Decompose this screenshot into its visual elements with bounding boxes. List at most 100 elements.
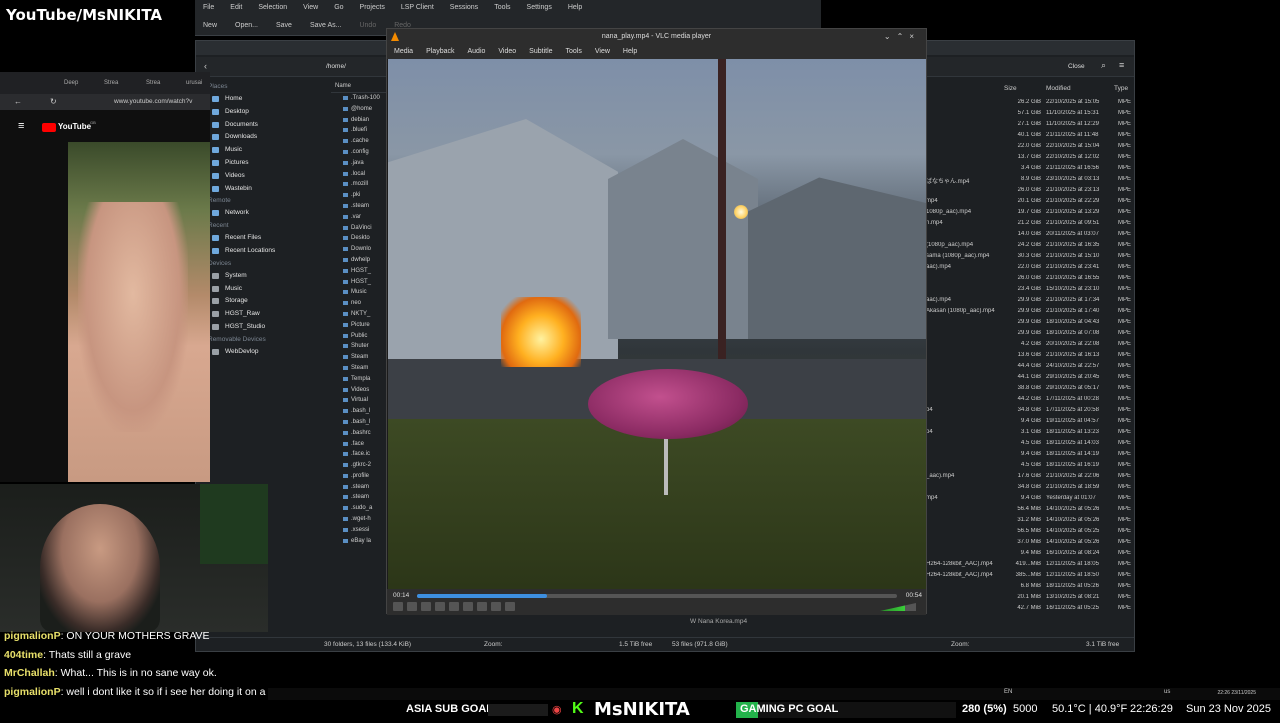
tree-folder-item[interactable]: Deskto [331, 233, 389, 244]
place-pictures[interactable]: Pictures [208, 157, 320, 170]
browser-tab[interactable]: urusai [186, 80, 202, 86]
file-row[interactable]: 3.4 GiB 21/11/2025 at 16:56 MPE [926, 165, 1131, 176]
stop-icon[interactable] [421, 602, 431, 611]
kate-new-button[interactable]: New [195, 18, 227, 34]
tray-clock[interactable]: 22:26 23/11/2025 [1217, 690, 1256, 696]
place-documents[interactable]: Documents [208, 119, 320, 132]
tree-folder-item[interactable]: eBay la [331, 536, 389, 547]
location-bar[interactable]: /home/ [326, 63, 346, 70]
keyboard-layout-secondary[interactable]: us [1164, 689, 1170, 695]
file-row[interactable]: 27.1 GiB 11/10/2025 at 12:29 MPE [926, 121, 1131, 132]
file-row[interactable]: 1080p_aac).mp4 19.7 GiB 21/10/2025 at 13:2… [926, 209, 1131, 220]
hamburger-menu-icon[interactable]: ≡ [18, 120, 24, 132]
file-row[interactable]: _aac).mp4 17.6 GiB 21/10/2025 at 22:06 MPE [926, 473, 1131, 484]
modified-column-header[interactable]: Modified [1046, 85, 1071, 92]
tree-folder-item[interactable]: .wget-h [331, 514, 389, 525]
vlc-video-frame[interactable] [388, 59, 926, 589]
tree-folder-item[interactable]: .face [331, 439, 389, 450]
tree-folder-item[interactable]: .java [331, 158, 389, 169]
file-row[interactable]: p4 3.1 GiB 18/11/2025 at 13:23 MPE [926, 429, 1131, 440]
tree-folder-item[interactable]: .face.ic [331, 449, 389, 460]
device-system[interactable]: System [208, 270, 320, 283]
file-row[interactable]: 6.8 MiB 18/11/2025 at 05:26 MPE [926, 583, 1131, 594]
file-row[interactable]: 40.1 GiB 21/11/2025 at 11:48 MPE [926, 132, 1131, 143]
file-row[interactable]: 4.5 GiB 18/11/2025 at 14:03 MPE [926, 440, 1131, 451]
place-recent-locations[interactable]: Recent Locations [208, 245, 320, 258]
tree-folder-item[interactable]: Templa [331, 374, 389, 385]
tree-folder-item[interactable]: Music [331, 287, 389, 298]
tree-folder-item[interactable]: Picture [331, 320, 389, 331]
place-music[interactable]: Music [208, 144, 320, 157]
tree-folder-item[interactable]: @home [331, 104, 389, 115]
file-row[interactable]: (1080p_aac).mp4 24.2 GiB 21/10/2025 at 16:… [926, 242, 1131, 253]
vlc-menu-video[interactable]: Video [491, 45, 522, 59]
file-row[interactable]: 9.4 GiB 18/11/2025 at 14:19 MPE [926, 451, 1131, 462]
kate-menu-sessions[interactable]: Sessions [442, 0, 486, 16]
file-row[interactable]: n.mp4 21.2 GiB 21/10/2025 at 09:51 MPE [926, 220, 1131, 231]
kate-save-as-button[interactable]: Save As... [302, 18, 352, 34]
vlc-menu-subtitle[interactable]: Subtitle [522, 45, 558, 59]
kate-open-button[interactable]: Open... [227, 18, 268, 34]
tree-folder-item[interactable]: .mozill [331, 179, 389, 190]
file-row[interactable]: 13.7 GiB 22/10/2025 at 12:02 MPE [926, 154, 1131, 165]
window-controls[interactable]: ⌄⌃× [884, 32, 920, 41]
device-music[interactable]: Music [208, 283, 320, 296]
vlc-menu-media[interactable]: Media [387, 45, 419, 59]
youtube-video-player[interactable] [68, 142, 210, 482]
tree-folder-item[interactable]: DaVinci [331, 223, 389, 234]
file-row[interactable]: p4 34.8 GiB 17/11/2025 at 20:58 MPE [926, 407, 1131, 418]
file-row[interactable]: 4.5 GiB 18/11/2025 at 16:19 MPE [926, 462, 1131, 473]
tree-folder-item[interactable]: HGST_ [331, 266, 389, 277]
back-icon[interactable]: ← [14, 97, 22, 106]
file-row[interactable]: 34.8 GiB 21/10/2025 at 18:59 MPE [926, 484, 1131, 495]
place-network[interactable]: Network [208, 207, 320, 220]
place-home[interactable]: Home [208, 93, 320, 106]
file-row[interactable]: sama (1080p_aac).mp4 30.3 GiB 21/10/2025 a… [926, 253, 1131, 264]
file-row[interactable]: 20.1 MiB 13/10/2025 at 08:21 MPE [926, 594, 1131, 605]
file-row[interactable]: 44.4 GiB 24/10/2025 at 22:57 MPE [926, 363, 1131, 374]
file-row[interactable]: 26.0 GiB 21/10/2025 at 16:55 MPE [926, 275, 1131, 286]
tree-folder-item[interactable]: Public [331, 331, 389, 342]
kate-menu-settings[interactable]: Settings [519, 0, 560, 16]
size-column-header[interactable]: Size [1004, 85, 1017, 92]
reload-icon[interactable]: ↻ [50, 97, 57, 106]
name-column-header[interactable]: Name [331, 81, 389, 93]
tree-folder-item[interactable]: .steam [331, 201, 389, 212]
place-recent-files[interactable]: Recent Files [208, 232, 320, 245]
seek-slider[interactable] [417, 594, 897, 598]
file-row[interactable]: 4.2 GiB 20/10/2025 at 22:08 MPE [926, 341, 1131, 352]
fullscreen-icon[interactable] [449, 602, 459, 611]
device-hgst-raw[interactable]: HGST_Raw [208, 308, 320, 321]
kate-undo-button[interactable]: Undo [351, 18, 386, 34]
tree-folder-item[interactable]: Videos [331, 385, 389, 396]
tree-folder-item[interactable]: Steam [331, 352, 389, 363]
kate-save-button[interactable]: Save [268, 18, 302, 34]
file-row[interactable]: 22.0 GiB 22/10/2025 at 15:04 MPE [926, 143, 1131, 154]
file-row[interactable]: aac).mp4 22.0 GiB 21/10/2025 at 23:41 MPE [926, 264, 1131, 275]
file-row[interactable]: 57.1 GiB 11/10/2025 at 15:31 MPE [926, 110, 1131, 121]
file-row[interactable]: 31.2 MiB 14/10/2025 at 05:26 MPE [926, 517, 1131, 528]
kate-menu-go[interactable]: Go [326, 0, 351, 16]
tree-folder-item[interactable]: .bash_l [331, 417, 389, 428]
taskbar-vlc-caption[interactable]: W Nana Korea.mp4 [690, 618, 747, 625]
tree-folder-item[interactable]: .steam [331, 492, 389, 503]
kate-menu-file[interactable]: File [195, 0, 222, 16]
tree-folder-item[interactable]: .bash_l [331, 406, 389, 417]
playlist-icon[interactable] [477, 602, 487, 611]
close-split-button[interactable]: Close [1068, 63, 1085, 70]
kate-menu-view[interactable]: View [295, 0, 326, 16]
shuffle-icon[interactable] [505, 602, 515, 611]
file-row[interactable]: 26.0 GiB 21/10/2025 at 23:13 MPE [926, 187, 1131, 198]
kate-menu-projects[interactable]: Projects [352, 0, 393, 16]
tree-folder-item[interactable]: .var [331, 212, 389, 223]
file-row[interactable]: 37.0 MiB 14/10/2025 at 05:26 MPE [926, 539, 1131, 550]
vlc-menu-playback[interactable]: Playback [419, 45, 460, 59]
tree-folder-item[interactable]: dwhelp [331, 255, 389, 266]
tree-folder-item[interactable]: .Trash-100 [331, 93, 389, 104]
tree-folder-item[interactable]: neo [331, 298, 389, 309]
previous-icon[interactable] [407, 602, 417, 611]
place-downloads[interactable]: Downloads [208, 131, 320, 144]
file-row[interactable]: 13.6 GiB 21/10/2025 at 16:13 MPE [926, 352, 1131, 363]
browser-tab[interactable]: Strea [146, 80, 160, 86]
volume-slider[interactable] [880, 603, 916, 611]
